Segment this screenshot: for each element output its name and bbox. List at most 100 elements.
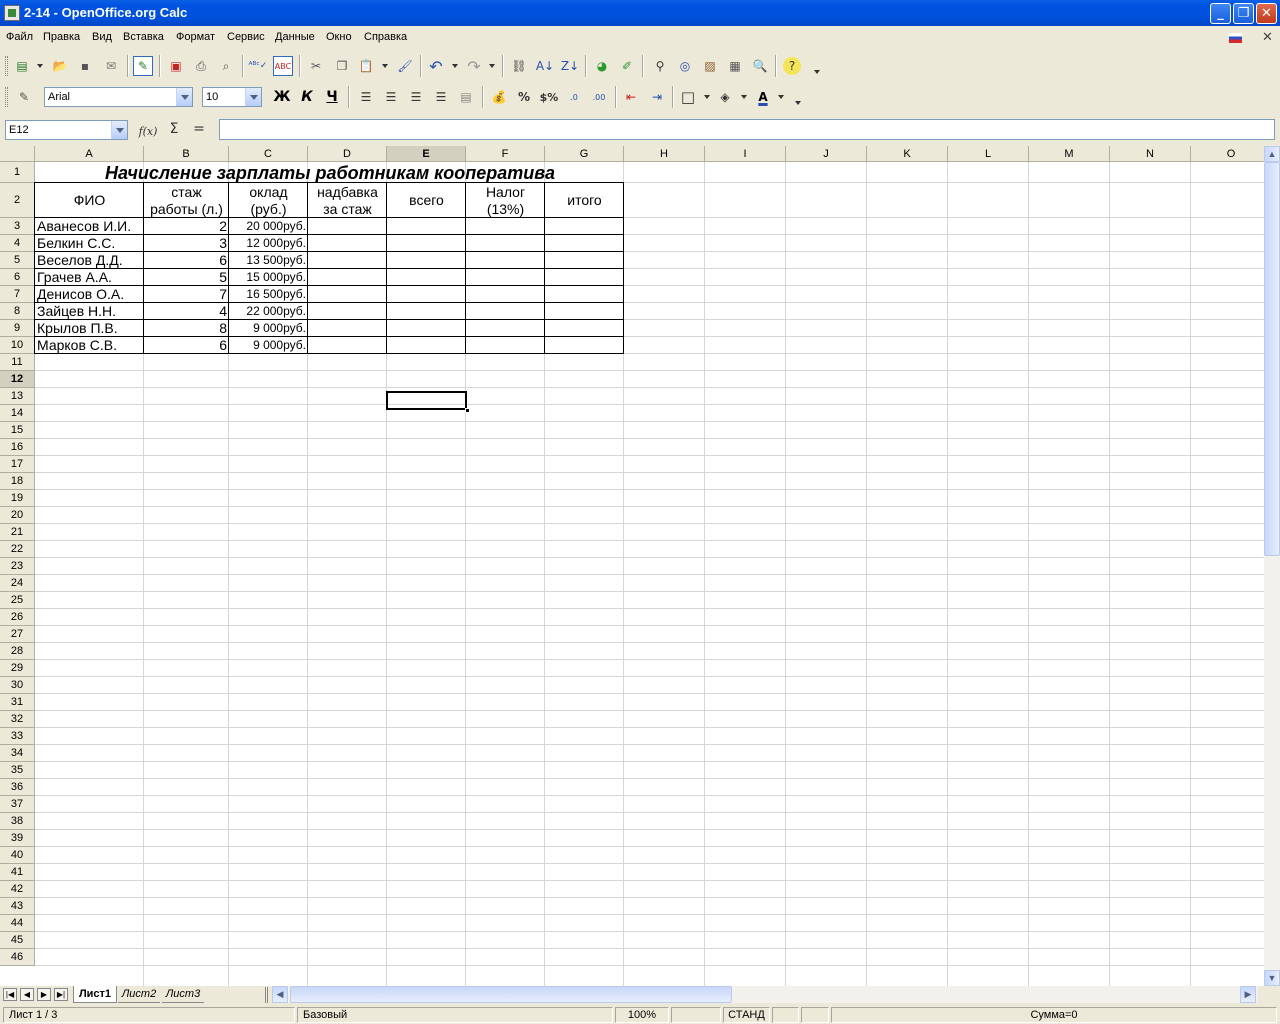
datasources-icon[interactable]: ▦ <box>725 56 745 76</box>
row-header-23[interactable]: 23 <box>0 558 35 575</box>
last-sheet-icon[interactable]: ▶| <box>54 988 68 1001</box>
salary-cell[interactable]: 9 000руб. <box>231 337 306 354</box>
font-name-combo[interactable]: Arial <box>44 87 193 107</box>
justify-icon[interactable]: ☰ <box>431 87 451 107</box>
column-header-f[interactable]: F <box>466 146 545 162</box>
close-document-icon[interactable]: ✕ <box>1262 29 1273 45</box>
menu-format[interactable]: Формат <box>176 31 215 43</box>
email-icon[interactable]: ✉ <box>101 56 121 76</box>
experience-cell[interactable]: 6 <box>146 252 227 269</box>
column-header-c[interactable]: C <box>229 146 308 162</box>
select-all-corner[interactable] <box>0 146 35 162</box>
row-header-34[interactable]: 34 <box>0 745 35 762</box>
redo-dropdown-icon[interactable] <box>489 64 495 68</box>
font-color-icon[interactable]: A <box>753 87 773 107</box>
table-header-cell[interactable]: надбавка за стаж <box>308 183 387 218</box>
borders-icon[interactable]: □ <box>678 87 698 107</box>
sum-icon[interactable]: Σ <box>164 119 184 139</box>
row-header-41[interactable]: 41 <box>0 864 35 881</box>
minimize-button[interactable]: _ <box>1210 3 1231 24</box>
row-header-43[interactable]: 43 <box>0 898 35 915</box>
find-replace-icon[interactable]: ⚲ <box>650 56 670 76</box>
row-header-22[interactable]: 22 <box>0 541 35 558</box>
status-selection-mode[interactable]: СТАНД <box>723 1007 770 1023</box>
experience-cell[interactable]: 6 <box>146 337 227 354</box>
underline-button[interactable]: Ч <box>322 87 342 107</box>
table-header-cell[interactable]: Налог (13%) <box>466 183 545 218</box>
experience-cell[interactable]: 8 <box>146 320 227 337</box>
sheet-tab-2[interactable]: Лист2 <box>118 986 160 1003</box>
next-sheet-icon[interactable]: ▶ <box>37 988 51 1001</box>
row-header-9[interactable]: 9 <box>0 320 35 337</box>
row-header-6[interactable]: 6 <box>0 269 35 286</box>
font-size-combo[interactable]: 10 <box>202 87 262 107</box>
menu-view[interactable]: Вид <box>92 31 112 43</box>
row-header-33[interactable]: 33 <box>0 728 35 745</box>
employee-name-cell[interactable]: Белкин С.С. <box>37 235 142 252</box>
column-header-d[interactable]: D <box>308 146 387 162</box>
undo-icon[interactable]: ↶ <box>426 56 446 76</box>
borders-dropdown-icon[interactable] <box>704 95 710 99</box>
salary-cell[interactable]: 15 000руб. <box>231 269 306 286</box>
copy-icon[interactable]: ❐ <box>332 56 352 76</box>
row-header-11[interactable]: 11 <box>0 354 35 371</box>
table-header-cell[interactable]: оклад (руб.) <box>229 183 308 218</box>
menu-tools[interactable]: Сервис <box>227 31 265 43</box>
experience-cell[interactable]: 3 <box>146 235 227 252</box>
sheet-tab-3[interactable]: Лист3 <box>162 986 204 1003</box>
align-right-icon[interactable]: ☰ <box>406 87 426 107</box>
status-sum[interactable]: Сумма=0 <box>831 1007 1277 1023</box>
row-header-37[interactable]: 37 <box>0 796 35 813</box>
background-color-dropdown-icon[interactable] <box>741 95 747 99</box>
column-header-a[interactable]: A <box>35 146 144 162</box>
formula-input[interactable] <box>219 119 1275 140</box>
menu-file[interactable]: Файл <box>6 31 33 43</box>
row-header-32[interactable]: 32 <box>0 711 35 728</box>
auto-spellcheck-icon[interactable]: ABC <box>273 56 293 76</box>
experience-cell[interactable]: 5 <box>146 269 227 286</box>
close-button[interactable]: ✕ <box>1256 3 1277 24</box>
draw-functions-icon[interactable]: ✐ <box>617 56 637 76</box>
employee-name-cell[interactable]: Марков С.В. <box>37 337 142 354</box>
row-header-13[interactable]: 13 <box>0 388 35 405</box>
percent-format-icon[interactable]: % <box>514 87 534 107</box>
sheet-title[interactable]: Начисление зарплаты работникам кооперати… <box>35 163 625 183</box>
salary-cell[interactable]: 12 000руб. <box>231 235 306 252</box>
paste-dropdown-icon[interactable] <box>382 64 388 68</box>
spreadsheet-grid[interactable]: ABCDEFGHIJKLMNO 1 2 3 4 5 6 7 8 9 10 11 12 13 14 15 16 1… <box>0 146 1264 986</box>
row-header-39[interactable]: 39 <box>0 830 35 847</box>
row-header-28[interactable]: 28 <box>0 643 35 660</box>
chevron-down-icon[interactable] <box>245 88 261 106</box>
horizontal-scrollbar[interactable]: ◀ ▶ <box>272 986 1258 1003</box>
employee-name-cell[interactable]: Крылов П.В. <box>37 320 142 337</box>
experience-cell[interactable]: 7 <box>146 286 227 303</box>
row-header-12[interactable]: 12 <box>0 371 35 388</box>
column-header-e[interactable]: E <box>387 146 466 162</box>
toolbar-options-icon[interactable] <box>795 101 801 105</box>
print-preview-icon[interactable]: ⌕ <box>216 56 236 76</box>
decrease-indent-icon[interactable]: ⇤ <box>621 87 641 107</box>
row-header-45[interactable]: 45 <box>0 932 35 949</box>
undo-dropdown-icon[interactable] <box>452 64 458 68</box>
export-pdf-icon[interactable]: ▣ <box>166 56 186 76</box>
row-header-44[interactable]: 44 <box>0 915 35 932</box>
restore-button[interactable]: ❐ <box>1233 3 1254 24</box>
background-color-icon[interactable]: ◈ <box>715 87 735 107</box>
column-header-h[interactable]: H <box>624 146 705 162</box>
row-header-17[interactable]: 17 <box>0 456 35 473</box>
row-header-14[interactable]: 14 <box>0 405 35 422</box>
row-header-30[interactable]: 30 <box>0 677 35 694</box>
column-header-l[interactable]: L <box>948 146 1029 162</box>
employee-name-cell[interactable]: Денисов О.А. <box>37 286 142 303</box>
row-header-42[interactable]: 42 <box>0 881 35 898</box>
previous-sheet-icon[interactable]: ◀ <box>20 988 34 1001</box>
row-header-31[interactable]: 31 <box>0 694 35 711</box>
row-header-2[interactable]: 2 <box>0 183 35 218</box>
scroll-up-icon[interactable]: ▲ <box>1264 146 1280 162</box>
status-zoom[interactable]: 100% <box>615 1007 669 1023</box>
row-header-8[interactable]: 8 <box>0 303 35 320</box>
row-header-15[interactable]: 15 <box>0 422 35 439</box>
table-header-cell[interactable]: итого <box>545 183 624 218</box>
scroll-left-icon[interactable]: ◀ <box>272 986 288 1003</box>
scroll-down-icon[interactable]: ▼ <box>1264 970 1280 986</box>
